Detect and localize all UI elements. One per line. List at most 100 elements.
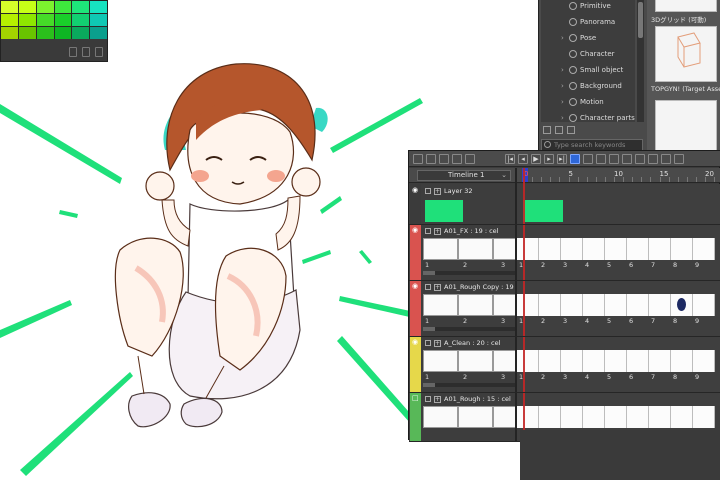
eye-icon[interactable]: ◉ xyxy=(412,187,420,194)
material-tree-item[interactable]: › Background xyxy=(561,82,622,90)
cel-thumbnail[interactable] xyxy=(423,238,458,260)
frame-cell[interactable] xyxy=(561,294,583,316)
frame-cell[interactable] xyxy=(671,238,693,260)
keyframe-icon[interactable] xyxy=(648,153,658,164)
lock-icon[interactable] xyxy=(425,396,431,402)
scroll-thumb[interactable] xyxy=(638,2,643,38)
frame-cell[interactable] xyxy=(649,350,671,372)
settings-icon[interactable] xyxy=(661,153,671,164)
frame-cell[interactable] xyxy=(517,350,539,372)
color-swatch[interactable] xyxy=(1,1,18,13)
frame-cell[interactable] xyxy=(671,406,693,428)
next-frame-icon[interactable]: ▸ xyxy=(544,153,554,164)
frame-cell[interactable] xyxy=(517,406,539,428)
track-header[interactable]: + Layer 32 xyxy=(425,186,472,196)
frame-cell[interactable] xyxy=(649,238,671,260)
delete-color-icon[interactable] xyxy=(95,47,103,57)
frame-cell[interactable] xyxy=(583,294,605,316)
cel-thumbnail[interactable] xyxy=(458,238,493,260)
frame-cell[interactable] xyxy=(693,350,715,372)
cel-thumbnail[interactable] xyxy=(458,294,493,316)
playhead[interactable] xyxy=(523,168,525,441)
cel-scrollbar[interactable] xyxy=(423,271,515,275)
frame-cell[interactable] xyxy=(627,406,649,428)
cel-thumbnail[interactable] xyxy=(423,350,458,372)
frame-cell[interactable] xyxy=(649,406,671,428)
folder-icon[interactable] xyxy=(543,126,551,134)
frame-grid[interactable]: 123456789123456789123456789 xyxy=(517,184,720,441)
new-timeline-icon[interactable] xyxy=(413,153,423,164)
frame-cell[interactable] xyxy=(671,350,693,372)
material-thumb-target-asset[interactable] xyxy=(655,100,717,152)
new-color-icon[interactable] xyxy=(69,47,77,57)
expand-icon[interactable]: + xyxy=(434,283,441,291)
material-tree-item[interactable]: › Motion xyxy=(561,98,604,106)
material-tree-item[interactable]: Panorama xyxy=(561,18,615,26)
frame-cell[interactable] xyxy=(649,294,671,316)
frame-cell[interactable] xyxy=(561,406,583,428)
color-swatch[interactable] xyxy=(1,27,18,39)
frame-cell[interactable] xyxy=(627,238,649,260)
eye-icon[interactable]: ◉ xyxy=(412,339,420,346)
track-divider[interactable] xyxy=(515,168,517,441)
color-swatch[interactable] xyxy=(36,1,54,13)
frame-cell[interactable] xyxy=(539,294,561,316)
color-swatch[interactable] xyxy=(54,1,72,13)
delete-cel-icon[interactable] xyxy=(609,153,619,164)
lock-icon[interactable] xyxy=(425,188,431,194)
expand-icon[interactable]: + xyxy=(434,187,441,195)
edit-timeline-icon[interactable] xyxy=(426,153,436,164)
frame-cell[interactable] xyxy=(539,406,561,428)
hidden-checkbox[interactable]: □ xyxy=(412,395,420,402)
frame-cell[interactable] xyxy=(605,406,627,428)
frame-cell[interactable] xyxy=(539,350,561,372)
material-tree-item[interactable]: › Pose xyxy=(561,34,596,42)
first-frame-icon[interactable]: |◂ xyxy=(505,153,515,164)
expand-icon[interactable]: + xyxy=(434,395,441,403)
material-thumb-3d-grid[interactable] xyxy=(655,26,717,82)
color-swatch[interactable] xyxy=(72,27,90,39)
frame-cell[interactable] xyxy=(583,406,605,428)
cel-scrollbar[interactable] xyxy=(423,327,515,331)
frame-cell[interactable] xyxy=(605,350,627,372)
paste-icon[interactable] xyxy=(555,126,563,134)
color-swatch[interactable] xyxy=(54,14,72,26)
color-swatch[interactable] xyxy=(90,27,107,39)
layer-thumbnail[interactable] xyxy=(425,200,463,222)
layer-frame-block[interactable] xyxy=(523,200,563,222)
cel-scrollbar[interactable] xyxy=(423,383,515,387)
scroll-thumb[interactable] xyxy=(423,327,435,331)
material-tree-item[interactable]: Character xyxy=(561,50,615,58)
color-swatch[interactable] xyxy=(72,14,90,26)
lock-icon[interactable] xyxy=(425,284,431,290)
new-cel-icon[interactable] xyxy=(583,153,593,164)
scroll-thumb[interactable] xyxy=(423,271,435,275)
track-header[interactable]: + A_Clean : 20 : cel xyxy=(425,338,500,348)
last-frame-icon[interactable]: ▸| xyxy=(557,153,567,164)
loop-icon[interactable] xyxy=(570,153,580,164)
frame-cell[interactable] xyxy=(627,294,649,316)
frame-cell[interactable] xyxy=(693,406,715,428)
lock-icon[interactable] xyxy=(425,340,431,346)
color-swatch[interactable] xyxy=(36,27,54,39)
scroll-thumb[interactable] xyxy=(423,383,435,387)
zoom-in-icon[interactable] xyxy=(465,153,475,164)
expand-icon[interactable]: + xyxy=(434,339,441,347)
material-thumb-prev[interactable] xyxy=(655,0,717,12)
frame-cell[interactable] xyxy=(605,238,627,260)
material-tree-scrollbar[interactable] xyxy=(637,0,644,122)
trash-icon[interactable] xyxy=(567,126,575,134)
color-swatch[interactable] xyxy=(90,1,107,13)
color-swatch[interactable] xyxy=(54,27,72,39)
track-header[interactable]: + A01_Rough : 15 : cel xyxy=(425,394,511,404)
zoom-out-icon[interactable] xyxy=(452,153,462,164)
eye-icon[interactable]: ◉ xyxy=(412,227,420,234)
cel-thumbnail[interactable] xyxy=(423,294,458,316)
frame-cell[interactable] xyxy=(561,350,583,372)
material-tree-item[interactable]: › Small object xyxy=(561,66,623,74)
frame-cell[interactable] xyxy=(627,350,649,372)
frame-cell[interactable] xyxy=(605,294,627,316)
color-swatch[interactable] xyxy=(18,1,36,13)
pen-icon[interactable] xyxy=(674,153,684,164)
color-swatch[interactable] xyxy=(72,1,90,13)
